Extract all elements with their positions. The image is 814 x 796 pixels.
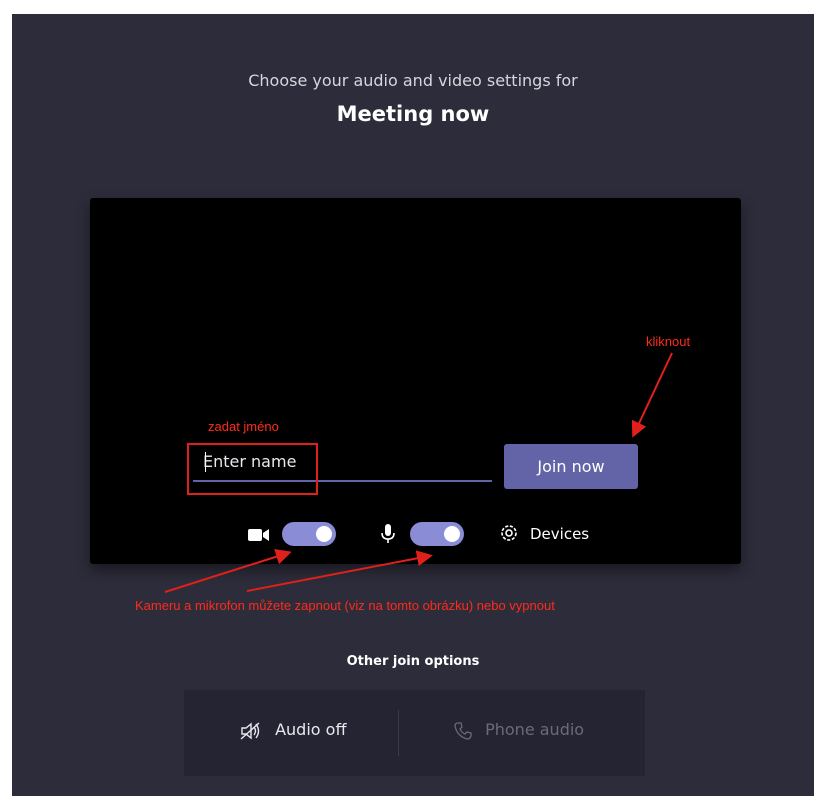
other-join-options-panel: Audio off Phone audio bbox=[184, 690, 645, 776]
toggles-annotation: Kameru a mikrofon můžete zapnout (viz na… bbox=[135, 598, 555, 613]
camera-toggle[interactable] bbox=[282, 522, 336, 546]
phone-icon bbox=[454, 720, 485, 740]
phone-audio-label: Phone audio bbox=[485, 720, 585, 739]
name-field-highlight bbox=[187, 443, 318, 495]
microphone-toggle-knob bbox=[444, 526, 460, 542]
devices-button[interactable]: Devices bbox=[530, 525, 589, 543]
camera-toggle-knob bbox=[316, 526, 332, 542]
other-join-options-heading: Other join options bbox=[346, 654, 480, 669]
microphone-toggle[interactable] bbox=[410, 522, 464, 546]
gear-icon[interactable] bbox=[498, 522, 520, 548]
microphone-icon bbox=[381, 524, 395, 548]
join-now-button[interactable]: Join now bbox=[504, 444, 638, 489]
phone-audio-option[interactable]: Phone audio bbox=[454, 720, 584, 740]
audio-off-label: Audio off bbox=[275, 720, 347, 739]
options-divider bbox=[398, 710, 399, 756]
speaker-off-icon bbox=[240, 720, 275, 740]
prejoin-screen: Choose your audio and video settings for… bbox=[12, 14, 814, 796]
audio-off-option[interactable]: Audio off bbox=[240, 720, 346, 741]
device-controls: Devices bbox=[90, 516, 741, 552]
video-preview: Join now bbox=[90, 198, 741, 564]
enter-name-annotation: zadat jméno bbox=[208, 419, 279, 434]
click-annotation: kliknout bbox=[646, 334, 691, 349]
video-camera-icon bbox=[248, 527, 270, 546]
meeting-title: Meeting now bbox=[336, 102, 490, 126]
prejoin-subtitle: Choose your audio and video settings for bbox=[248, 71, 578, 90]
